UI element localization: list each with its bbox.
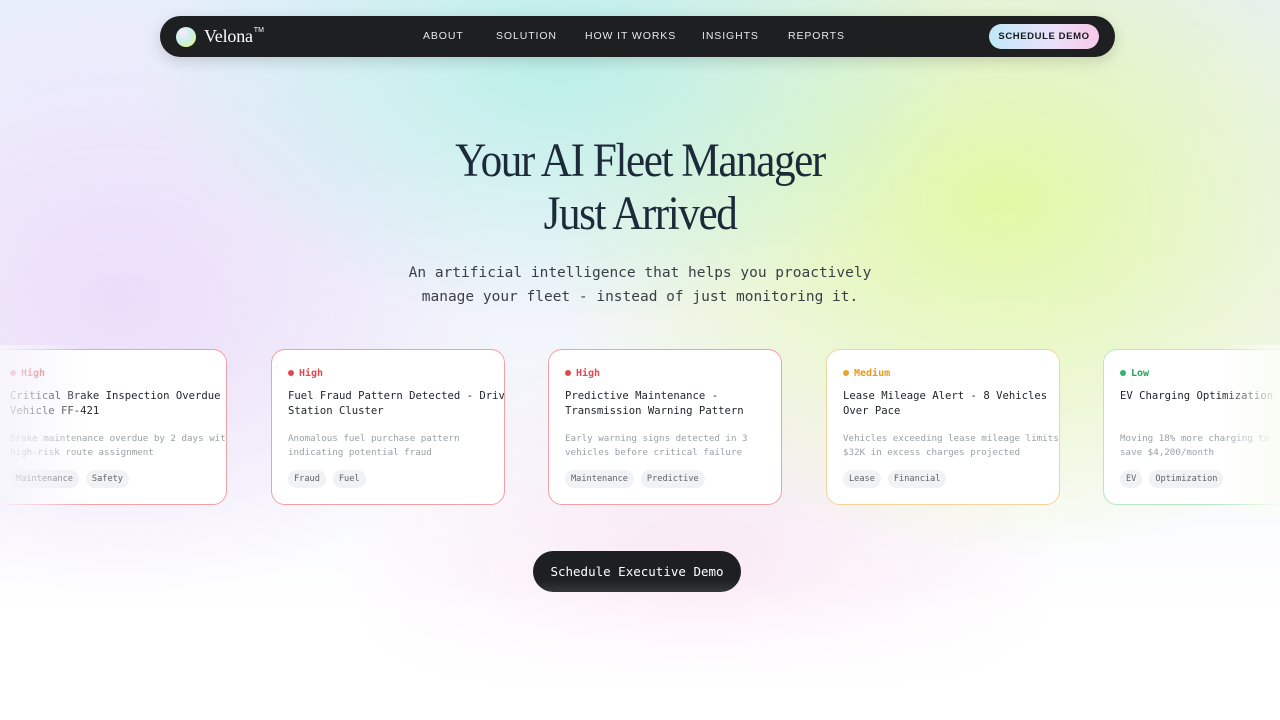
tag-list: Lease Financial bbox=[843, 470, 1043, 488]
severity-badge: Medium bbox=[843, 367, 1043, 379]
card-title-line: Lease Mileage Alert - 8 Vehicles bbox=[843, 390, 1048, 402]
severity-label: Low bbox=[1131, 367, 1150, 379]
card-desc-line: Brake maintenance overdue by 2 days with bbox=[10, 433, 227, 444]
card-description: Early warning signs detected in 3 vehicl… bbox=[565, 432, 765, 460]
hero-title-line: Just Arrived bbox=[543, 187, 738, 240]
card-title-line: EV Charging Optimization bbox=[1120, 390, 1274, 402]
tag-list: Fraud Fuel bbox=[288, 470, 488, 488]
card-desc-line: save $4,200/month bbox=[1120, 447, 1215, 458]
card-description: Moving 18% more charging to save $4,200/… bbox=[1120, 432, 1280, 460]
card-desc-line: Anomalous fuel purchase pattern bbox=[288, 433, 460, 444]
card-title-line: Fuel Fraud Pattern Detected - Driver bbox=[288, 390, 505, 402]
card-title: Fuel Fraud Pattern Detected - Driver Sta… bbox=[288, 389, 505, 419]
card-title-line: Station Cluster bbox=[288, 405, 384, 417]
insight-card[interactable]: High Fuel Fraud Pattern Detected - Drive… bbox=[271, 349, 505, 505]
brand-name: Velona bbox=[204, 26, 253, 46]
card-desc-line: $32K in excess charges projected bbox=[843, 447, 1021, 458]
nav-link-insights[interactable]: INSIGHTS bbox=[702, 30, 759, 42]
card-desc-line: vehicles before critical failure bbox=[565, 447, 743, 458]
card-title-line: Predictive Maintenance - bbox=[565, 390, 719, 402]
tag: Safety bbox=[85, 470, 129, 488]
tag-list: Maintenance Safety bbox=[10, 470, 210, 488]
card-title-line: Transmission Warning Pattern bbox=[565, 405, 744, 417]
insight-card[interactable]: High Critical Brake Inspection Overdue -… bbox=[0, 349, 227, 505]
nav-link-solution[interactable]: SOLUTION bbox=[496, 30, 557, 42]
card-title-line: Over Pace bbox=[843, 405, 901, 417]
severity-label: High bbox=[21, 367, 46, 379]
card-title: Critical Brake Inspection Overdue - Vehi… bbox=[10, 389, 227, 419]
hero-title: Your AI Fleet Manager Just Arrived bbox=[64, 134, 1216, 240]
severity-label: Medium bbox=[854, 367, 891, 379]
card-desc-line: indicating potential fraud bbox=[288, 447, 432, 458]
hero-subtitle-line: manage your fleet - instead of just moni… bbox=[421, 289, 859, 305]
severity-label: High bbox=[299, 367, 324, 379]
insight-card[interactable]: Medium Lease Mileage Alert - 8 Vehicles … bbox=[826, 349, 1060, 505]
severity-badge: High bbox=[565, 367, 765, 379]
tag-list: Maintenance Predictive bbox=[565, 470, 765, 488]
nav-link-about[interactable]: ABOUT bbox=[423, 30, 464, 42]
card-desc-line: Vehicles exceeding lease mileage limits, bbox=[843, 433, 1060, 444]
card-description: Anomalous fuel purchase pattern indicati… bbox=[288, 432, 488, 460]
tag: Fraud bbox=[288, 470, 326, 488]
hero-title-line: Your AI Fleet Manager bbox=[455, 134, 826, 187]
top-nav: Velona TM ABOUT SOLUTION HOW IT WORKS IN… bbox=[160, 16, 1115, 57]
card-title: Lease Mileage Alert - 8 Vehicles Over Pa… bbox=[843, 389, 1048, 419]
card-desc-line: Early warning signs detected in 3 bbox=[565, 433, 748, 444]
card-description: Vehicles exceeding lease mileage limits,… bbox=[843, 432, 1060, 460]
tag: Financial bbox=[887, 470, 947, 488]
severity-dot-icon bbox=[288, 370, 294, 376]
severity-label: High bbox=[576, 367, 601, 379]
severity-dot-icon bbox=[1120, 370, 1126, 376]
schedule-executive-demo-button[interactable]: Schedule Executive Demo bbox=[533, 551, 741, 592]
tag: Lease bbox=[843, 470, 881, 488]
hero-subtitle-line: An artificial intelligence that helps yo… bbox=[408, 265, 872, 281]
card-title-line: Vehicle FF-421 bbox=[10, 405, 100, 417]
tag-list: EV Optimization bbox=[1120, 470, 1280, 488]
card-title-line: Critical Brake Inspection Overdue - bbox=[10, 390, 227, 402]
card-desc-line: Moving 18% more charging to bbox=[1120, 433, 1270, 444]
tag: Predictive bbox=[640, 470, 705, 488]
card-desc-line: high-risk route assignment bbox=[10, 447, 154, 458]
card-title: EV Charging Optimization bbox=[1120, 389, 1280, 419]
severity-dot-icon bbox=[843, 370, 849, 376]
brand-logo-icon bbox=[176, 26, 196, 47]
tag: Optimization bbox=[1149, 470, 1224, 488]
severity-badge: High bbox=[10, 367, 210, 379]
tag: Maintenance bbox=[10, 470, 79, 488]
tag: Maintenance bbox=[565, 470, 634, 488]
insight-card[interactable]: High Predictive Maintenance - Transmissi… bbox=[548, 349, 782, 505]
hero-subtitle: An artificial intelligence that helps yo… bbox=[0, 261, 1280, 309]
card-title: Predictive Maintenance - Transmission Wa… bbox=[565, 389, 765, 419]
tag: Fuel bbox=[332, 470, 366, 488]
severity-dot-icon bbox=[565, 370, 571, 376]
severity-dot-icon bbox=[10, 370, 16, 376]
severity-badge: Low bbox=[1120, 367, 1280, 379]
severity-badge: High bbox=[288, 367, 488, 379]
nav-link-reports[interactable]: REPORTS bbox=[788, 30, 845, 42]
schedule-demo-button[interactable]: SCHEDULE DEMO bbox=[989, 24, 1099, 49]
bottom-fade bbox=[0, 580, 1280, 720]
nav-link-how-it-works[interactable]: HOW IT WORKS bbox=[585, 30, 676, 42]
insight-card[interactable]: Low EV Charging Optimization Moving 18% … bbox=[1103, 349, 1280, 505]
trademark-mark: TM bbox=[253, 27, 264, 34]
tag: EV bbox=[1120, 470, 1143, 488]
brand[interactable]: Velona TM bbox=[176, 26, 264, 47]
card-description: Brake maintenance overdue by 2 days with… bbox=[10, 432, 227, 460]
